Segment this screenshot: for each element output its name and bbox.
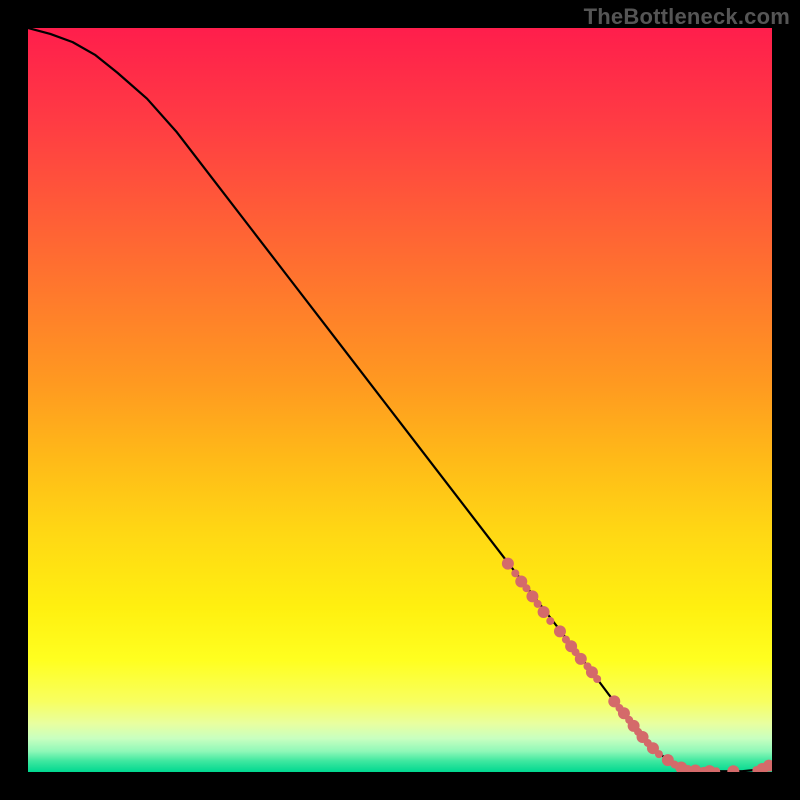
data-point bbox=[593, 675, 601, 683]
data-point bbox=[534, 600, 542, 608]
data-point bbox=[554, 625, 566, 637]
data-point bbox=[546, 617, 554, 625]
chart-background bbox=[28, 28, 772, 772]
data-point bbox=[522, 584, 530, 592]
data-point bbox=[538, 606, 550, 618]
data-point bbox=[502, 558, 514, 570]
data-point bbox=[511, 569, 519, 577]
watermark-label: TheBottleneck.com bbox=[584, 4, 790, 30]
data-point bbox=[575, 653, 587, 665]
chart-plot bbox=[28, 28, 772, 772]
chart-frame: TheBottleneck.com bbox=[0, 0, 800, 800]
data-point bbox=[655, 750, 663, 758]
